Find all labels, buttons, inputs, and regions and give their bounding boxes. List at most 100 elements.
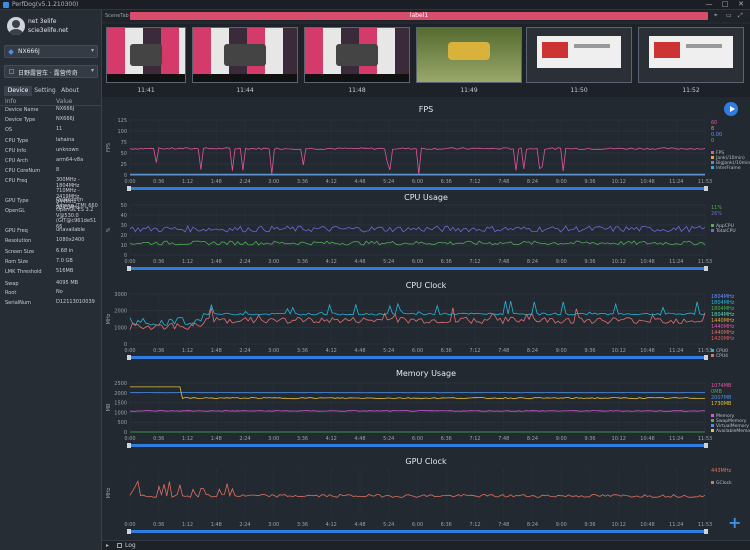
x-tick-label: 10:12 xyxy=(612,259,626,265)
screenshot-thumbnail[interactable] xyxy=(416,27,522,83)
time-range-slider[interactable] xyxy=(130,530,705,533)
device-select[interactable]: NX666J ▾ xyxy=(4,45,98,58)
slider-handle-left[interactable] xyxy=(127,443,131,448)
log-label: Log xyxy=(125,542,136,549)
info-value: No xyxy=(56,289,63,295)
slider-handle-left[interactable] xyxy=(127,186,131,191)
time-range-slider[interactable] xyxy=(130,444,705,447)
y-tick-label: 50 xyxy=(121,151,127,157)
screenshot-thumbnail[interactable] xyxy=(106,27,186,83)
legend-swatch[interactable] xyxy=(711,151,714,154)
screenshot-thumbnail[interactable] xyxy=(526,27,632,83)
scene-label-bar[interactable]: label1 xyxy=(130,12,708,20)
legend-swatch[interactable] xyxy=(711,161,714,164)
x-tick-label: 4:48 xyxy=(354,259,365,265)
chart-panel: Memory UsageMB050010001500200025000:00 0:… xyxy=(106,369,750,448)
legend-swatch[interactable] xyxy=(711,419,714,422)
x-tick-label: 2:24 xyxy=(239,348,250,354)
slider-handle-right[interactable] xyxy=(704,355,708,360)
screenshot-thumbnail[interactable] xyxy=(192,27,298,83)
x-tick-label: 5:24 xyxy=(383,179,394,185)
legend-swatch[interactable] xyxy=(711,414,714,417)
slider-handle-right[interactable] xyxy=(704,443,708,448)
x-tick-label: 0:00 xyxy=(124,348,135,354)
info-key: CPU Type xyxy=(5,138,29,144)
x-tick-label: 2:24 xyxy=(239,179,250,185)
log-checkbox[interactable] xyxy=(117,543,122,548)
chart-ylabel: MHz xyxy=(106,313,112,324)
x-tick-label: 7:12 xyxy=(469,436,480,442)
chart-ylabel: MB xyxy=(106,403,112,411)
current-value: 1730MB xyxy=(711,401,732,407)
tab-about[interactable]: About xyxy=(58,86,82,96)
legend-swatch[interactable] xyxy=(711,481,714,484)
info-key: OS xyxy=(5,127,13,133)
close-button[interactable]: ✕ xyxy=(734,0,748,8)
x-tick-label: 1:48 xyxy=(211,436,222,442)
info-key: GPU Type xyxy=(5,198,29,204)
charts-area: FPS FPS 0 25 50 75 100 125 0:00 0:36 1:12 1:48 2:24 3… xyxy=(102,98,750,538)
legend-entry[interactable]: CPU4 xyxy=(716,353,728,359)
chart-ylabel: % xyxy=(106,227,112,232)
sidebar-tabs: Device Setting About xyxy=(0,86,102,96)
x-tick-label: 4:12 xyxy=(326,259,337,265)
info-value: 7.0 GB xyxy=(56,258,73,264)
x-tick-label: 10:48 xyxy=(640,436,654,442)
plus-icon[interactable]: + xyxy=(728,513,741,532)
legend-entry[interactable]: InterFrame xyxy=(716,165,741,171)
x-tick-label: 7:12 xyxy=(469,259,480,265)
maximize-button[interactable]: □ xyxy=(718,0,732,8)
info-column-header: Info xyxy=(5,98,17,105)
screenshot-thumbnail[interactable] xyxy=(638,27,744,83)
current-value: 0 xyxy=(711,138,714,144)
x-tick-label: 8:24 xyxy=(527,436,538,442)
legend-swatch[interactable] xyxy=(711,224,714,227)
legend-swatch[interactable] xyxy=(711,166,714,169)
time-range-slider[interactable] xyxy=(130,356,705,359)
scene-bar: SceneTab label1 ⌖ ▭ ⤢ xyxy=(102,10,750,22)
info-key: CPU Arch xyxy=(5,158,29,164)
legend-entry[interactable]: AvailableMemory xyxy=(716,428,750,434)
play-button[interactable] xyxy=(724,102,738,116)
expand-log-icon[interactable]: ▸ xyxy=(106,542,109,549)
time-range-slider[interactable] xyxy=(130,187,705,190)
screenshot-thumbnail[interactable] xyxy=(304,27,410,83)
location-icon[interactable]: ⌖ xyxy=(714,12,717,20)
x-tick-label: 9:36 xyxy=(584,259,595,265)
legend-swatch[interactable] xyxy=(711,429,714,432)
x-tick-label: 6:36 xyxy=(441,522,452,528)
slider-handle-left[interactable] xyxy=(127,355,131,360)
x-tick-label: 10:48 xyxy=(640,259,654,265)
chart-ylabel: FPS xyxy=(106,143,112,152)
slider-handle-right[interactable] xyxy=(704,266,708,271)
legend-swatch[interactable] xyxy=(711,349,714,352)
slider-handle-left[interactable] xyxy=(127,266,131,271)
legend-swatch[interactable] xyxy=(711,156,714,159)
legend-entry[interactable]: GClock xyxy=(716,480,732,486)
legend-entry[interactable]: TotalCPU xyxy=(715,228,736,234)
legend-swatch[interactable] xyxy=(711,229,714,232)
folder-icon[interactable]: ▭ xyxy=(726,12,732,19)
minimize-button[interactable]: — xyxy=(702,0,716,8)
x-tick-label: 6:00 xyxy=(412,179,423,185)
legend-swatch[interactable] xyxy=(711,354,714,357)
scene-tab-label[interactable]: SceneTab xyxy=(105,13,129,19)
y-tick-label: 2000 xyxy=(114,391,127,397)
info-value: 8 xyxy=(56,167,60,173)
tab-device[interactable]: Device xyxy=(4,86,32,96)
slider-handle-right[interactable] xyxy=(704,529,708,534)
chevron-down-icon: ▾ xyxy=(90,47,94,54)
info-value: lahaina xyxy=(56,137,75,143)
x-tick-label: 8:24 xyxy=(527,522,538,528)
x-tick-label: 11:24 xyxy=(669,179,683,185)
time-range-slider[interactable] xyxy=(130,267,705,270)
tab-setting[interactable]: Setting xyxy=(32,86,58,96)
info-key: SerialNum xyxy=(5,300,31,306)
avatar[interactable] xyxy=(7,17,25,35)
app-select[interactable]: 日野露营车 · 露营传奇 ▾ xyxy=(4,65,98,78)
slider-handle-right[interactable] xyxy=(704,186,708,191)
slider-handle-left[interactable] xyxy=(127,529,131,534)
expand-icon[interactable]: ⤢ xyxy=(738,12,743,20)
info-value: D12113010039 xyxy=(56,299,95,305)
legend-swatch[interactable] xyxy=(711,424,714,427)
